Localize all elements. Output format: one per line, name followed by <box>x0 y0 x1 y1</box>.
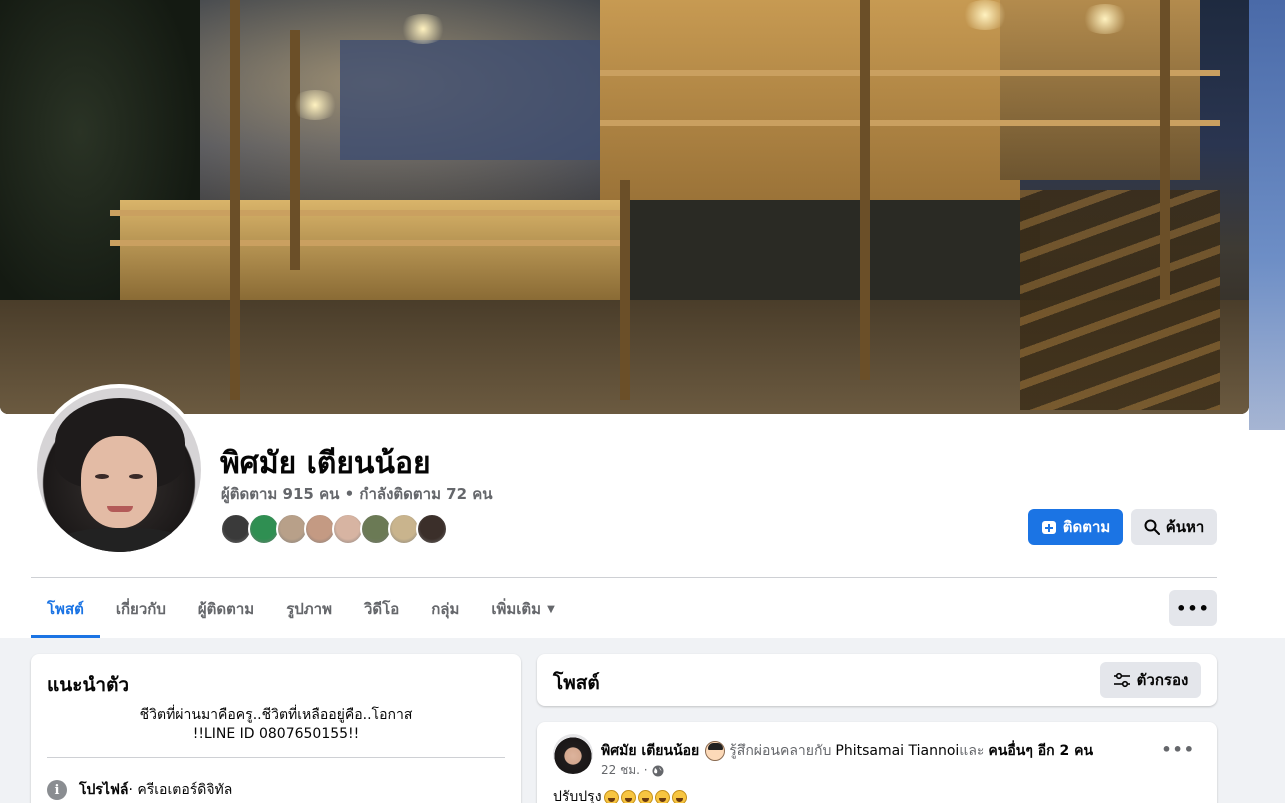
tab-label: เกี่ยวกับ <box>115 600 166 618</box>
post-and: และ <box>959 743 985 759</box>
tab-label: โพสต์ <box>47 600 84 618</box>
posts-title: โพสต์ <box>553 672 600 694</box>
relaxed-emoji-icon <box>705 741 726 761</box>
post-time[interactable]: 22 ชม. · <box>601 761 648 780</box>
tab-label: เพิ่มเติม <box>491 600 542 618</box>
laughing-emoji-icon <box>671 789 687 803</box>
post-header-line: พิศมัย เตียนน้อย รู้สึกผ่อนคลายกับ Phits… <box>601 740 1093 762</box>
profile-label: โปรไฟล์ <box>79 782 129 798</box>
post-others-link[interactable]: คนอื่นๆ อีก 2 คน <box>988 740 1093 762</box>
chevron-down-icon: ▼ <box>547 603 555 615</box>
search-button[interactable]: ค้นหา <box>1131 509 1217 545</box>
laughing-emoji-icon <box>620 789 636 803</box>
filter-icon <box>1113 672 1131 688</box>
info-icon: i <box>47 780 67 800</box>
intro-divider <box>47 757 505 758</box>
tab-label: วิดีโอ <box>363 600 400 618</box>
tab-0[interactable]: โพสต์ <box>31 580 100 638</box>
profile-name: พิศมัย เตียนน้อย <box>220 446 431 481</box>
post-feeling: รู้สึกผ่อนคลายกับ <box>729 743 832 759</box>
header-divider <box>31 577 1217 578</box>
globe-icon <box>652 765 664 777</box>
profile-avatar[interactable] <box>33 384 205 556</box>
tab-2[interactable]: ผู้ติดตาม <box>182 580 270 638</box>
profile-category: · ครีเอเตอร์ดิจิทัล <box>128 782 233 798</box>
tab-label: รูปภาพ <box>286 600 332 618</box>
post-meta: 22 ชม. · <box>601 761 664 780</box>
follower-avatar[interactable] <box>416 513 448 545</box>
tab-3[interactable]: รูปภาพ <box>270 580 348 638</box>
cover-photo[interactable] <box>0 0 1249 414</box>
follower-avatars <box>220 513 448 545</box>
profile-category-row: i โปรไฟล์ · ครีเอเตอร์ดิจิทัล <box>47 779 232 801</box>
tab-label: ผู้ติดตาม <box>197 600 255 618</box>
search-label: ค้นหา <box>1165 518 1205 536</box>
laughing-emoji-icon <box>603 789 619 803</box>
background-strip <box>1249 0 1285 430</box>
tab-6[interactable]: เพิ่มเติม ▼ <box>475 580 570 638</box>
follow-button[interactable]: ติดตาม <box>1028 509 1123 545</box>
filter-button[interactable]: ตัวกรอง <box>1100 662 1201 698</box>
search-icon <box>1144 519 1160 535</box>
post-author-name[interactable]: พิศมัย เตียนน้อย <box>601 740 699 762</box>
post-tagged-user[interactable]: Phitsamai Tiannoi <box>835 743 959 759</box>
intro-title: แนะนำตัว <box>47 674 130 696</box>
follow-label: ติดตาม <box>1062 518 1111 536</box>
bio-line-1: ชีวิตที่ผ่านมาคือครู..ชีวิตที่เหลืออยู่ค… <box>139 707 413 723</box>
intro-card: แนะนำตัว ชีวิตที่ผ่านมาคือครู..ชีวิตที่เ… <box>31 654 521 803</box>
tab-5[interactable]: กลุ่ม <box>415 580 475 638</box>
post-author-avatar[interactable] <box>553 734 593 774</box>
post-text-body: ปรับปรุง <box>553 789 602 803</box>
tab-label: กลุ่ม <box>431 600 460 618</box>
laughing-emoji-icon <box>637 789 653 803</box>
bio: ชีวิตที่ผ่านมาคือครู..ชีวิตที่เหลืออยู่ค… <box>47 706 505 744</box>
tab-4[interactable]: วิดีโอ <box>348 580 415 638</box>
profile-tabs: โพสต์ เกี่ยวกับ ผู้ติดตาม รูปภาพ วิดีโอ กลุ่ม… <box>31 580 571 638</box>
more-options-button[interactable]: ••• <box>1169 590 1217 626</box>
bio-line-2: !!LINE ID 0807650155!! <box>192 726 360 742</box>
post-options-button[interactable]: ••• <box>1161 740 1195 759</box>
follow-stats[interactable]: ผู้ติดตาม 915 คน • กำลังติดตาม 72 คน <box>221 482 493 506</box>
filter-label: ตัวกรอง <box>1136 671 1189 689</box>
post-text: ปรับปรุง <box>553 786 687 803</box>
posts-header-card: โพสต์ ตัวกรอง <box>537 654 1217 706</box>
follow-icon <box>1041 519 1057 535</box>
laughing-emoji-icon <box>654 789 670 803</box>
tab-1[interactable]: เกี่ยวกับ <box>100 580 182 638</box>
post-card: พิศมัย เตียนน้อย รู้สึกผ่อนคลายกับ Phits… <box>537 722 1217 803</box>
avatar-photo <box>37 388 201 552</box>
